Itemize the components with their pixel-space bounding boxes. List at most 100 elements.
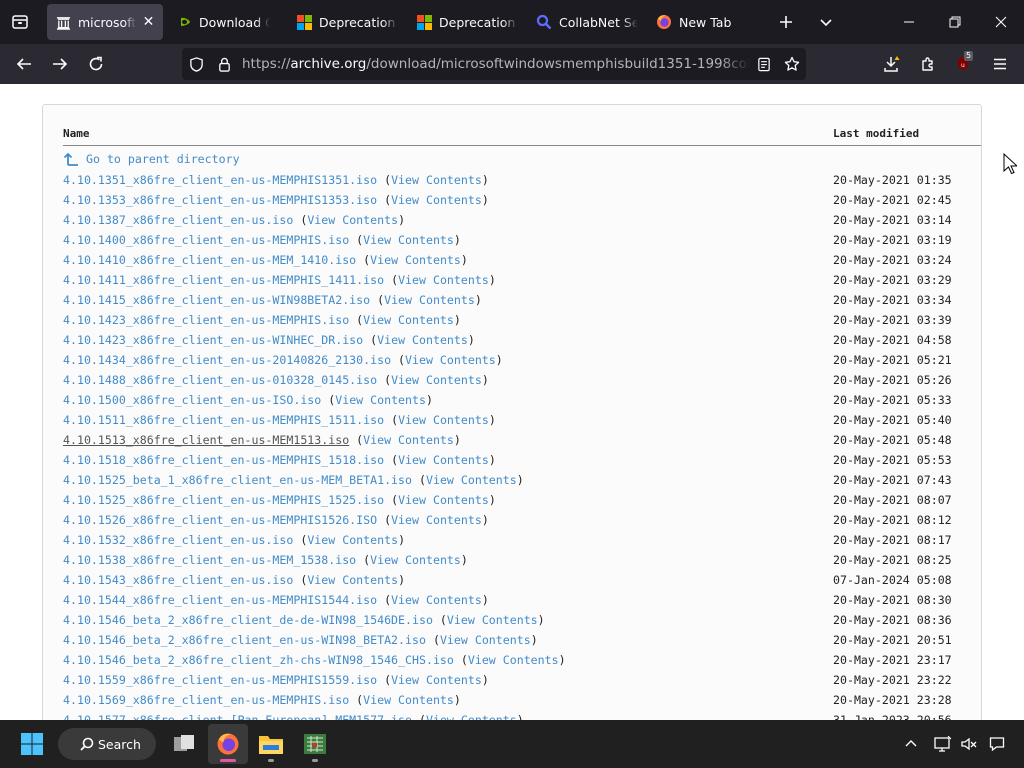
file-link[interactable]: 4.10.1511_x86fre_client_en-us-MEMPHIS_15… — [63, 413, 384, 427]
file-link[interactable]: 4.10.1351_x86fre_client_en-us-MEMPHIS135… — [63, 173, 377, 187]
view-contents-link[interactable]: View Contents — [307, 573, 398, 587]
view-contents-link[interactable]: View Contents — [398, 453, 489, 467]
close-tab-icon[interactable]: ✕ — [142, 14, 155, 30]
file-link[interactable]: 4.10.1559_x86fre_client_en-us-MEMPHIS155… — [63, 673, 377, 687]
taskbar-search[interactable]: Search — [58, 728, 156, 760]
parent-directory-link[interactable]: Go to parent directory — [63, 150, 240, 168]
last-modified-date: 20-May-2021 05:21 — [833, 353, 952, 367]
nvidia-icon — [176, 14, 192, 30]
file-link[interactable]: 4.10.1525_x86fre_client_en-us-MEMPHIS_15… — [63, 493, 384, 507]
file-link[interactable]: 4.10.1526_x86fre_client_en-us-MEMPHIS152… — [63, 513, 377, 527]
file-link[interactable]: 4.10.1546_beta_2_x86fre_client_de-de-WIN… — [63, 613, 433, 627]
view-contents-link[interactable]: View Contents — [391, 173, 482, 187]
taskbar-firefox[interactable] — [208, 724, 248, 764]
file-link[interactable]: 4.10.1518_x86fre_client_en-us-MEMPHIS_15… — [63, 453, 384, 467]
file-link[interactable]: 4.10.1543_x86fre_client_en-us.iso — [63, 573, 293, 587]
firefox-view-button[interactable] — [0, 0, 40, 44]
view-contents-link[interactable]: View Contents — [391, 673, 482, 687]
tab-new-tab[interactable]: New Tab — [648, 4, 758, 40]
view-contents-link[interactable]: View Contents — [426, 473, 517, 487]
tab-deprecation-2[interactable]: Deprecation of — [408, 4, 526, 40]
tab-archive[interactable]: microsoftwindowsmemphisbuild1351 ✕ — [47, 4, 163, 40]
paren: ( — [412, 713, 426, 720]
file-link[interactable]: 4.10.1577_x86fre_client_[Pan-European]-M… — [63, 713, 412, 720]
view-contents-link[interactable]: View Contents — [398, 273, 489, 287]
file-link[interactable]: 4.10.1500_x86fre_client_en-us-ISO.iso — [63, 393, 321, 407]
back-button[interactable] — [8, 48, 40, 80]
lock-icon[interactable] — [210, 48, 238, 80]
task-view-button[interactable] — [166, 724, 202, 764]
view-contents-link[interactable]: View Contents — [377, 333, 468, 347]
file-link[interactable]: 4.10.1546_beta_2_x86fre_client_en-us-WIN… — [63, 633, 426, 647]
view-contents-link[interactable]: View Contents — [391, 513, 482, 527]
tracking-protection-icon[interactable] — [182, 48, 210, 80]
table-row: 4.10.1544_x86fre_client_en-us-MEMPHIS154… — [63, 590, 963, 610]
view-contents-link[interactable]: View Contents — [307, 533, 398, 547]
taskbar-spreadsheet-app[interactable] — [296, 724, 334, 764]
close-window-button[interactable] — [978, 0, 1024, 44]
bookmark-star-icon[interactable] — [778, 48, 806, 80]
view-contents-link[interactable]: View Contents — [363, 433, 454, 447]
column-header-last-modified[interactable]: Last modified — [833, 127, 919, 140]
show-hidden-icons-button[interactable] — [896, 724, 926, 764]
view-contents-link[interactable]: View Contents — [468, 653, 559, 667]
tab-deprecation-1[interactable]: Deprecation of — [288, 4, 406, 40]
view-contents-link[interactable]: View Contents — [363, 313, 454, 327]
view-contents-link[interactable]: View Contents — [440, 633, 531, 647]
volume-button[interactable] — [956, 724, 982, 764]
view-contents-link[interactable]: View Contents — [335, 393, 426, 407]
view-contents-link[interactable]: View Contents — [370, 553, 461, 567]
file-link[interactable]: 4.10.1423_x86fre_client_en-us-WINHEC_DR.… — [63, 333, 363, 347]
app-menu-button[interactable] — [984, 48, 1016, 80]
file-link[interactable]: 4.10.1410_x86fre_client_en-us-MEM_1410.i… — [63, 253, 356, 267]
file-link[interactable]: 4.10.1400_x86fre_client_en-us-MEMPHIS.is… — [63, 233, 349, 247]
view-contents-link[interactable]: View Contents — [398, 493, 489, 507]
file-link[interactable]: 4.10.1423_x86fre_client_en-us-MEMPHIS.is… — [63, 313, 349, 327]
start-button[interactable] — [14, 724, 50, 764]
file-link[interactable]: 4.10.1387_x86fre_client_en-us.iso — [63, 213, 293, 227]
new-tab-button[interactable] — [770, 6, 802, 38]
file-link[interactable]: 4.10.1434_x86fre_client_en-us-20140826_2… — [63, 353, 391, 367]
tab-geforce[interactable]: Download GeForce Drivers — [168, 4, 278, 40]
file-link[interactable]: 4.10.1525_beta_1_x86fre_client_en-us-MEM… — [63, 473, 412, 487]
view-contents-link[interactable]: View Contents — [307, 213, 398, 227]
file-link[interactable]: 4.10.1415_x86fre_client_en-us-WIN98BETA2… — [63, 293, 370, 307]
downloads-button[interactable] — [876, 48, 908, 80]
restore-button[interactable] — [932, 0, 978, 44]
taskbar-file-explorer[interactable] — [252, 724, 290, 764]
reader-view-icon[interactable] — [750, 48, 778, 80]
file-link[interactable]: 4.10.1411_x86fre_client_en-us-MEMPHIS_14… — [63, 273, 384, 287]
reload-button[interactable] — [80, 48, 112, 80]
view-contents-link[interactable]: View Contents — [405, 353, 496, 367]
view-contents-link[interactable]: View Contents — [447, 613, 538, 627]
notifications-button[interactable] — [984, 724, 1010, 764]
view-contents-link[interactable]: View Contents — [370, 253, 461, 267]
address-bar[interactable]: https://archive.org/download/microsoftwi… — [182, 48, 806, 80]
file-link[interactable]: 4.10.1353_x86fre_client_en-us-MEMPHIS135… — [63, 193, 377, 207]
tab-collabnet[interactable]: CollabNet Search — [528, 4, 646, 40]
view-contents-link[interactable]: View Contents — [426, 713, 517, 720]
view-contents-link[interactable]: View Contents — [391, 593, 482, 607]
url-text[interactable]: https://archive.org/download/microsoftwi… — [238, 56, 750, 72]
extensions-button[interactable] — [912, 48, 944, 80]
view-contents-link[interactable]: View Contents — [384, 293, 475, 307]
view-contents-link[interactable]: View Contents — [391, 193, 482, 207]
view-contents-link[interactable]: View Contents — [363, 233, 454, 247]
forward-button[interactable] — [44, 48, 76, 80]
network-button[interactable] — [930, 724, 956, 764]
file-link[interactable]: 4.10.1544_x86fre_client_en-us-MEMPHIS154… — [63, 593, 377, 607]
view-contents-link[interactable]: View Contents — [391, 373, 482, 387]
column-header-name[interactable]: Name — [63, 127, 90, 140]
file-link[interactable]: 4.10.1546_beta_2_x86fre_client_zh-chs-WI… — [63, 653, 454, 667]
view-contents-link[interactable]: View Contents — [398, 413, 489, 427]
last-modified-date: 20-May-2021 04:58 — [833, 333, 952, 347]
file-link[interactable]: 4.10.1538_x86fre_client_en-us-MEM_1538.i… — [63, 553, 356, 567]
file-link[interactable]: 4.10.1513_x86fre_client_en-us-MEM1513.is… — [63, 433, 349, 447]
view-contents-link[interactable]: View Contents — [363, 693, 454, 707]
file-link[interactable]: 4.10.1569_x86fre_client_en-us-MEMPHIS.is… — [63, 693, 349, 707]
minimize-button[interactable] — [886, 0, 932, 44]
list-all-tabs-button[interactable] — [810, 6, 842, 38]
file-link[interactable]: 4.10.1532_x86fre_client_en-us.iso — [63, 533, 293, 547]
ublock-button[interactable]: u 5 — [948, 48, 980, 80]
file-link[interactable]: 4.10.1488_x86fre_client_en-us-010328_014… — [63, 373, 377, 387]
